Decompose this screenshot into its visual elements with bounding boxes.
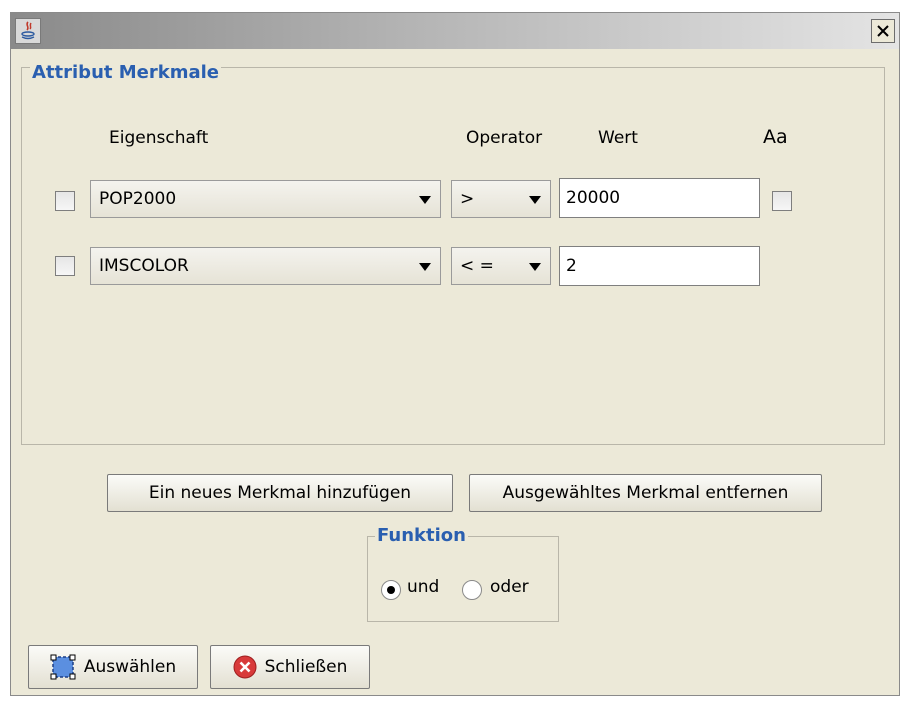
case-sensitive-checkbox[interactable] — [772, 191, 792, 211]
radio-oder-label: oder — [490, 577, 529, 597]
operator-value: < = — [460, 256, 494, 276]
radio-oder[interactable] — [462, 580, 482, 600]
row-select-checkbox[interactable] — [55, 256, 75, 276]
add-feature-button[interactable]: Ein neues Merkmal hinzufügen — [107, 474, 453, 512]
close-button[interactable]: Schließen — [210, 645, 370, 689]
header-operator: Operator — [466, 128, 543, 148]
function-group-title: Funktion — [375, 525, 468, 547]
header-property: Eigenschaft — [109, 128, 209, 148]
operator-select[interactable]: < = — [451, 247, 551, 285]
operator-value: > — [460, 189, 475, 209]
window-close-button[interactable] — [871, 19, 895, 43]
header-value: Wert — [598, 128, 638, 148]
value-text: 20000 — [566, 188, 621, 208]
chevron-down-icon — [529, 196, 541, 204]
property-value: IMSCOLOR — [99, 256, 189, 276]
select-button[interactable]: Auswählen — [28, 645, 198, 689]
close-label: Schließen — [264, 657, 348, 677]
header-case-sensitive: Aa — [763, 126, 788, 148]
remove-feature-button[interactable]: Ausgewähltes Merkmal entfernen — [469, 474, 822, 512]
property-select[interactable]: IMSCOLOR — [90, 247, 441, 285]
property-select[interactable]: POP2000 — [90, 180, 441, 218]
remove-feature-label: Ausgewähltes Merkmal entfernen — [502, 483, 789, 503]
java-app-icon — [15, 18, 41, 44]
property-value: POP2000 — [99, 189, 177, 209]
radio-und[interactable] — [381, 580, 401, 600]
attribute-group-title: Attribut Merkmale — [30, 62, 222, 84]
select-label: Auswählen — [83, 657, 177, 677]
value-input[interactable]: 2 — [559, 246, 760, 286]
add-feature-label: Ein neues Merkmal hinzufügen — [148, 483, 412, 503]
value-input[interactable]: 20000 — [559, 178, 760, 218]
selection-icon — [50, 654, 76, 680]
chevron-down-icon — [529, 263, 541, 271]
chevron-down-icon — [419, 196, 431, 204]
row-select-checkbox[interactable] — [55, 191, 75, 211]
close-icon — [877, 25, 889, 37]
chevron-down-icon — [419, 263, 431, 271]
title-bar[interactable] — [11, 13, 899, 49]
radio-und-label: und — [407, 577, 440, 597]
operator-select[interactable]: > — [451, 180, 551, 218]
value-text: 2 — [566, 256, 577, 276]
close-circle-icon — [233, 655, 257, 679]
function-group — [367, 536, 559, 622]
